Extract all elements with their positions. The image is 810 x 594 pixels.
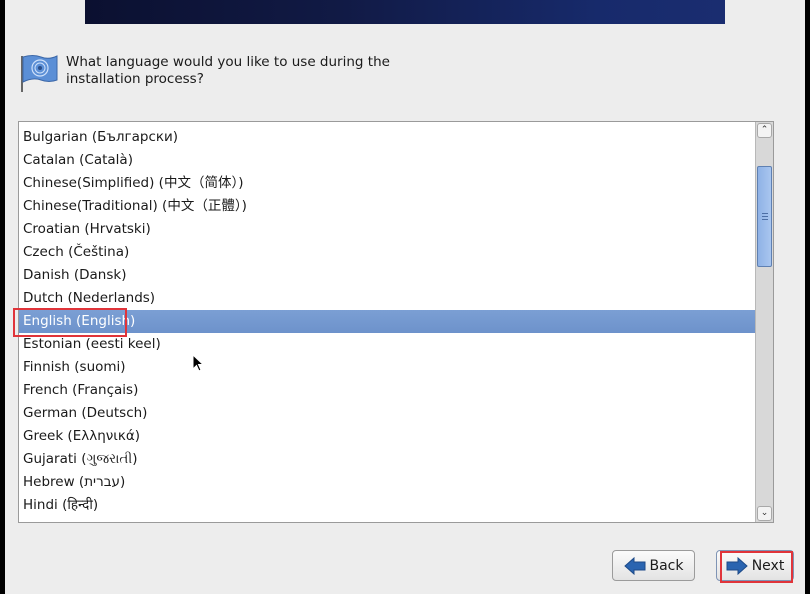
next-button-label: Next: [751, 557, 785, 574]
chevron-up-icon: ⌃: [760, 125, 769, 135]
back-button[interactable]: Back: [612, 550, 695, 581]
arrow-left-icon: [623, 556, 645, 575]
language-list[interactable]: Bulgarian (Български) Catalan (Català) Chi…: [19, 122, 755, 522]
language-option[interactable]: Gujarati (ગુજરાતી): [19, 448, 755, 471]
language-option[interactable]: Czech (Čeština): [19, 241, 755, 264]
language-option[interactable]: Danish (Dansk): [19, 264, 755, 287]
scroll-down-button[interactable]: ⌄: [757, 506, 772, 521]
arrow-right-icon: [726, 556, 748, 575]
flag-icon: [21, 55, 58, 92]
language-option[interactable]: Croatian (Hrvatski): [19, 218, 755, 241]
language-option[interactable]: Estonian (eesti keel): [19, 333, 755, 356]
language-prompt-header: What language would you like to use duri…: [17, 52, 517, 92]
language-option[interactable]: Catalan (Català): [19, 149, 755, 172]
language-option[interactable]: Hebrew (עברית): [19, 471, 755, 494]
language-list-box: Bulgarian (Български) Catalan (Català) Chi…: [18, 121, 774, 523]
mouse-cursor-icon: [192, 354, 204, 372]
language-option[interactable]: Hindi (हिन्दी): [19, 494, 755, 517]
back-button-label: Back: [649, 557, 684, 574]
language-option[interactable]: Greek (Ελληνικά): [19, 425, 755, 448]
language-option[interactable]: Dutch (Nederlands): [19, 287, 755, 310]
vertical-scrollbar[interactable]: ⌃ ⌄: [755, 122, 773, 522]
scrollbar-thumb[interactable]: [757, 166, 772, 267]
language-option[interactable]: German (Deutsch): [19, 402, 755, 425]
next-button[interactable]: Next: [716, 550, 794, 581]
header-banner: [85, 0, 725, 24]
language-option[interactable]: French (Français): [19, 379, 755, 402]
language-option[interactable]: English (English): [19, 310, 755, 333]
installer-screen: What language would you like to use duri…: [5, 0, 805, 594]
chevron-down-icon: ⌄: [760, 508, 769, 518]
grip-icon: [762, 213, 768, 221]
scroll-up-button[interactable]: ⌃: [757, 123, 772, 138]
question-text: What language would you like to use duri…: [66, 54, 390, 87]
language-option[interactable]: Chinese(Simplified) (中文（简体）): [19, 172, 755, 195]
language-option[interactable]: Finnish (suomi): [19, 356, 755, 379]
language-option[interactable]: Chinese(Traditional) (中文（正體）): [19, 195, 755, 218]
language-option[interactable]: Bulgarian (Български): [19, 126, 755, 149]
